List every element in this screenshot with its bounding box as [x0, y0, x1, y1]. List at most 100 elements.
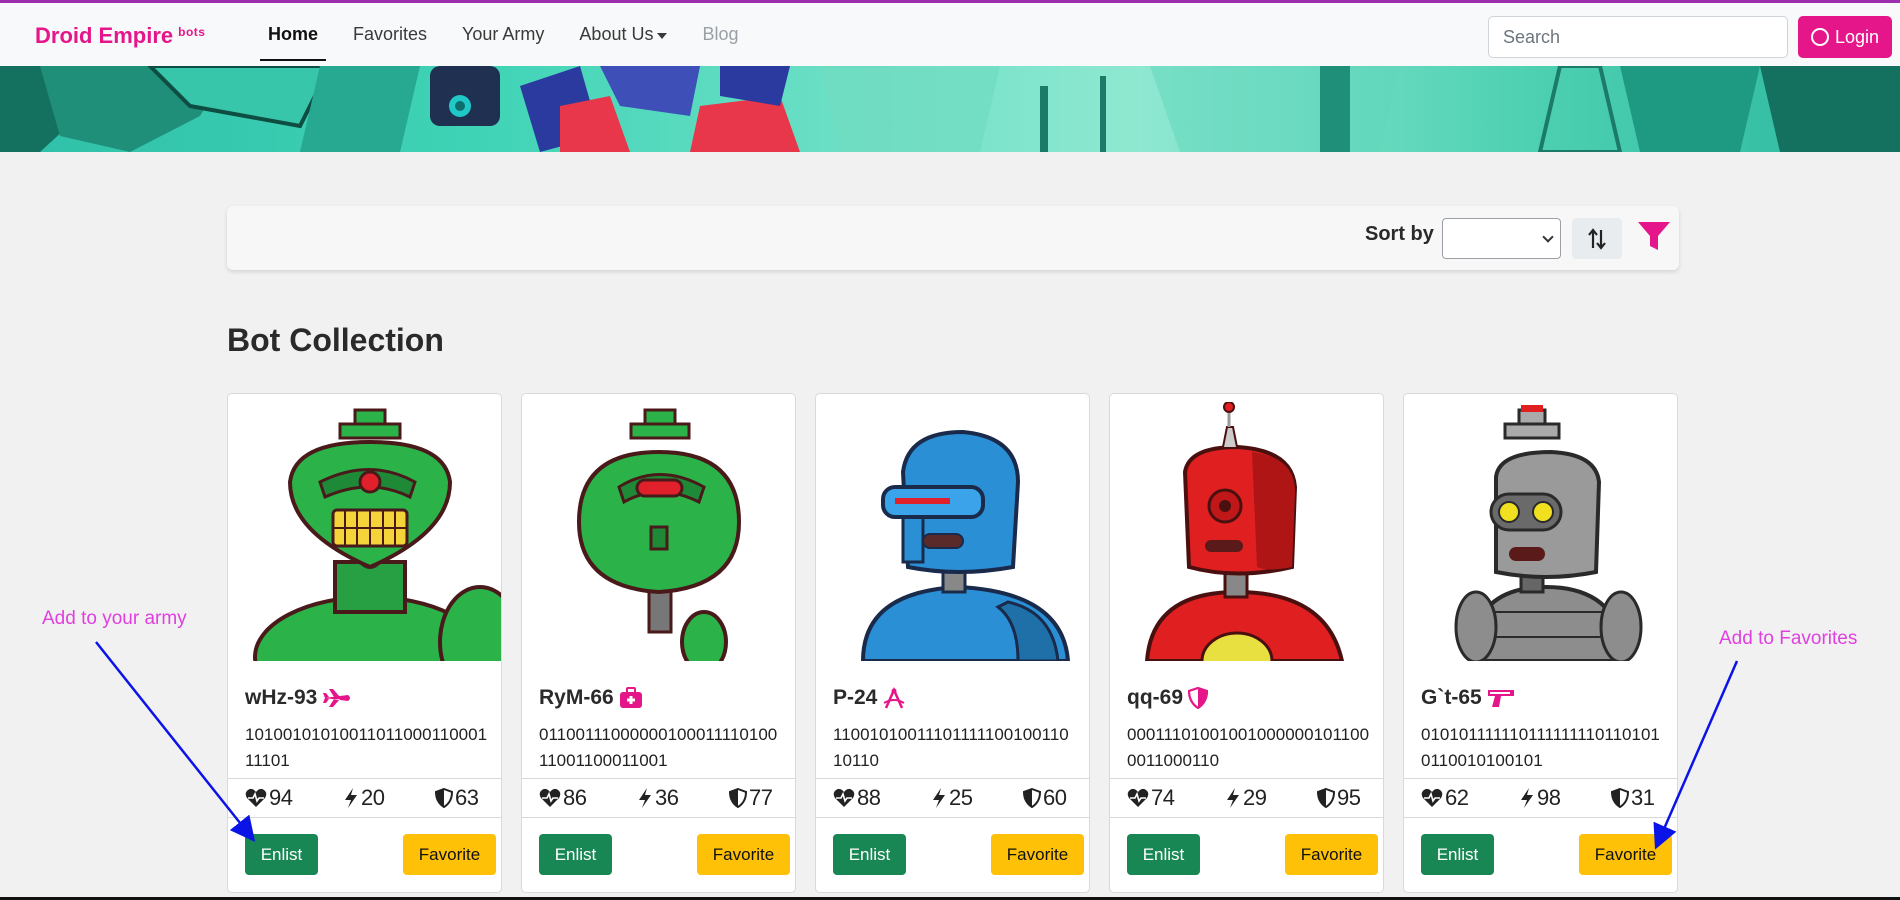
damage-value: 29: [1243, 785, 1267, 810]
enlist-button[interactable]: Enlist: [1127, 834, 1200, 875]
bot-card: RyM-66 011001110000001000111101001100110…: [521, 393, 796, 893]
caret-down-icon: [657, 32, 668, 39]
bot-stats: 74 29 95: [1110, 778, 1383, 818]
login-button[interactable]: Login: [1798, 16, 1892, 58]
bot-code: 0110011100000010001111010011001100011001: [539, 725, 778, 770]
armor-value: 60: [1043, 785, 1067, 810]
annotation-add-to-army: Add to your army: [42, 608, 187, 629]
armor-stat: 63: [435, 785, 479, 811]
nav-home[interactable]: Home: [259, 3, 327, 66]
filter-icon: [1638, 222, 1670, 250]
health-stat: 94: [245, 785, 293, 811]
damage-stat: 29: [1225, 785, 1267, 811]
main-nav: Home Favorites Your Army About Us Blog: [259, 3, 774, 66]
bot-code: 1010010101001101100011000111101: [245, 725, 488, 770]
bot-name-label: wHz-93: [245, 686, 318, 709]
heart-pulse-icon: [1421, 788, 1443, 807]
health-value: 62: [1445, 785, 1469, 810]
shield-half-icon: [1611, 788, 1629, 808]
armor-stat: 95: [1317, 785, 1361, 811]
brand-name: Droid Empire: [35, 23, 174, 48]
health-stat: 86: [539, 785, 587, 811]
health-stat: 74: [1127, 785, 1175, 811]
damage-stat: 25: [931, 785, 973, 811]
compass-icon: [882, 687, 906, 709]
damage-value: 36: [655, 785, 679, 810]
armor-value: 95: [1337, 785, 1361, 810]
enlist-button[interactable]: Enlist: [1421, 834, 1494, 875]
bot-name: RyM-66: [539, 686, 643, 710]
bot-card: wHz-93 1010010101001101100011000111101 9…: [227, 393, 502, 893]
bot-name-label: RyM-66: [539, 686, 614, 709]
health-value: 74: [1151, 785, 1175, 810]
bot-name-label: qq-69: [1127, 686, 1184, 709]
bot-card: qq-69 0001110100100100000010110000110001…: [1109, 393, 1384, 893]
health-value: 94: [269, 785, 293, 810]
bot-name-label: P-24: [833, 686, 878, 709]
damage-value: 98: [1537, 785, 1561, 810]
user-icon: [1810, 28, 1829, 46]
shield-icon: [1188, 687, 1209, 709]
heart-pulse-icon: [539, 788, 561, 807]
damage-value: 20: [361, 785, 385, 810]
filter-button[interactable]: [1637, 220, 1671, 257]
heart-pulse-icon: [245, 788, 267, 807]
shield-half-icon: [435, 788, 453, 808]
bot-card: G`t-65 010101111110111111110110101011001…: [1403, 393, 1678, 893]
favorite-button[interactable]: Favorite: [991, 834, 1084, 875]
hero-banner: [0, 66, 1900, 152]
nav-your-army[interactable]: Your Army: [462, 3, 544, 66]
nav-favorites[interactable]: Favorites: [353, 3, 427, 66]
bot-name: G`t-65: [1421, 686, 1515, 710]
bot-image: [1127, 402, 1383, 661]
bot-image: [245, 402, 501, 661]
nav-about-us[interactable]: About Us: [579, 3, 668, 66]
bot-stats: 94 20 63: [228, 778, 501, 818]
health-stat: 88: [833, 785, 881, 811]
medkit-icon: [619, 687, 643, 709]
health-value: 86: [563, 785, 587, 810]
bot-image: [1421, 402, 1677, 661]
login-label: Login: [1834, 26, 1880, 47]
damage-stat: 36: [637, 785, 679, 811]
bot-image: [539, 402, 795, 661]
lightning-icon: [1227, 788, 1239, 808]
sort-select[interactable]: [1442, 218, 1561, 259]
bot-stats: 88 25 60: [816, 778, 1089, 818]
bot-card: P-24 1100101001110111110010011010110 88 …: [815, 393, 1090, 893]
bot-stats: 62 98 31: [1404, 778, 1677, 818]
armor-stat: 31: [1611, 785, 1655, 811]
shield-half-icon: [729, 788, 747, 808]
shield-half-icon: [1317, 788, 1335, 808]
bot-code: 0101011111101111111101101010110010100101: [1421, 725, 1660, 770]
shield-half-icon: [1023, 788, 1041, 808]
sort-direction-button[interactable]: [1572, 218, 1622, 259]
damage-stat: 98: [1519, 785, 1561, 811]
enlist-button[interactable]: Enlist: [833, 834, 906, 875]
favorite-button[interactable]: Favorite: [403, 834, 496, 875]
brand-tag: bots: [178, 25, 206, 39]
favorite-button[interactable]: Favorite: [1285, 834, 1378, 875]
brand-logo[interactable]: Droid Empire bots: [35, 23, 205, 49]
enlist-button[interactable]: Enlist: [245, 834, 318, 875]
sort-arrows-icon: [1588, 227, 1606, 250]
lightning-icon: [639, 788, 651, 808]
favorite-button[interactable]: Favorite: [1579, 834, 1672, 875]
gun-icon: [1487, 687, 1515, 709]
armor-value: 31: [1631, 785, 1655, 810]
favorite-button[interactable]: Favorite: [697, 834, 790, 875]
armor-stat: 77: [729, 785, 773, 811]
bot-name: P-24: [833, 686, 906, 710]
enlist-button[interactable]: Enlist: [539, 834, 612, 875]
annotation-add-to-favorites: Add to Favorites: [1719, 628, 1858, 649]
plane-icon: [322, 687, 352, 709]
sort-label: Sort by: [1365, 223, 1434, 245]
bot-stats: 86 36 77: [522, 778, 795, 818]
bot-name: qq-69: [1127, 686, 1209, 710]
lightning-icon: [345, 788, 357, 808]
armor-value: 77: [749, 785, 773, 810]
bot-code: 000111010010010000001011000011000110: [1127, 725, 1370, 770]
damage-stat: 20: [343, 785, 385, 811]
search-input[interactable]: [1488, 16, 1788, 58]
sort-toolbar: Sort by: [227, 206, 1679, 270]
